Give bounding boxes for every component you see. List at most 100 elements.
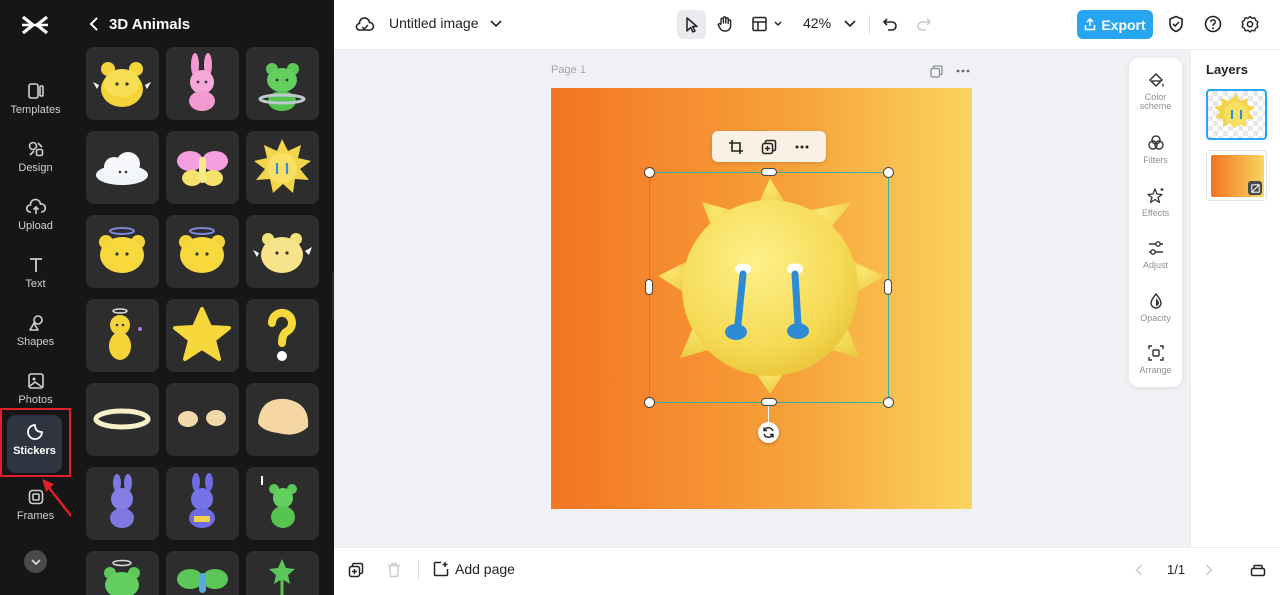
page-label: Page 1 — [551, 64, 586, 76]
rail-text[interactable]: Text — [0, 248, 71, 302]
sticker-two-eggs[interactable] — [166, 383, 239, 456]
rail-label: Design — [18, 162, 53, 174]
resize-handle-left[interactable] — [645, 279, 653, 295]
resize-handle-top-left[interactable] — [644, 167, 655, 178]
sticker-angel-yellow-bear-2[interactable] — [166, 215, 239, 288]
sticker-angel-bear-standing[interactable] — [86, 299, 159, 372]
selection-box — [649, 172, 889, 403]
document-title[interactable]: Untitled image — [389, 15, 479, 31]
tool-color-scheme[interactable]: Color scheme — [1129, 70, 1182, 111]
rail-upload[interactable]: Upload — [0, 190, 71, 244]
rail-shapes[interactable]: Shapes — [0, 306, 71, 360]
hand-icon — [717, 16, 732, 32]
capcut-logo[interactable] — [20, 12, 50, 38]
prev-page-button[interactable] — [1132, 562, 1146, 578]
sticker-white-cloud[interactable] — [86, 131, 159, 204]
cloud-save-icon[interactable] — [354, 14, 376, 36]
settings-button[interactable] — [1239, 13, 1261, 35]
duplicate-button[interactable] — [759, 137, 779, 157]
sticker-question-mark[interactable] — [246, 299, 319, 372]
opacity-icon — [1147, 291, 1165, 311]
back-arrow-icon[interactable] — [89, 17, 99, 31]
more-icon — [795, 145, 809, 148]
select-tool-button[interactable] — [677, 10, 706, 39]
zoom-chevron-down-icon[interactable] — [843, 17, 857, 31]
sticker-yellow-bear[interactable] — [86, 47, 159, 120]
tool-effects[interactable]: Effects — [1129, 186, 1182, 218]
crop-button[interactable] — [726, 137, 746, 157]
export-button[interactable]: Export — [1077, 10, 1153, 39]
tool-filters[interactable]: Filters — [1129, 133, 1182, 165]
layout-menu-button[interactable] — [750, 12, 786, 36]
sticker-seashell[interactable] — [246, 383, 319, 456]
redo-button[interactable] — [913, 13, 935, 35]
resize-handle-bottom-right[interactable] — [883, 397, 894, 408]
help-icon — [1204, 15, 1222, 33]
add-page-icon — [433, 561, 449, 577]
sticker-halo-ring[interactable] — [86, 383, 159, 456]
duplicate-page-icon[interactable] — [928, 63, 944, 79]
shield-icon — [1169, 15, 1183, 33]
stickers-highlight-box — [0, 408, 71, 477]
tool-label: Arrange — [1139, 365, 1172, 375]
resize-handle-bottom-left[interactable] — [644, 397, 655, 408]
rail-label: Templates — [10, 104, 61, 116]
sticker-green-frog[interactable] — [246, 47, 319, 120]
text-icon — [27, 254, 45, 276]
layers-title: Layers — [1206, 62, 1248, 77]
chevron-down-icon[interactable] — [489, 17, 503, 31]
next-page-button[interactable] — [1202, 562, 1216, 578]
duplicate-page-button[interactable] — [346, 560, 366, 580]
duplicate-icon — [348, 562, 364, 578]
sticker-green-star-wand[interactable] — [246, 551, 319, 595]
duplicate-icon — [761, 139, 777, 154]
tool-opacity[interactable]: Opacity — [1129, 291, 1182, 323]
page-more-icon[interactable] — [954, 63, 972, 79]
element-floating-toolbar — [712, 131, 826, 162]
undo-button[interactable] — [879, 13, 901, 35]
hand-tool-button[interactable] — [713, 12, 737, 36]
tool-adjust[interactable]: Adjust — [1129, 238, 1182, 270]
export-icon — [1085, 18, 1096, 31]
shield-button[interactable] — [1165, 13, 1187, 35]
sticker-purple-bunny[interactable] — [86, 467, 159, 540]
sticker-green-butterfly[interactable] — [166, 551, 239, 595]
layer-gradient-background[interactable] — [1206, 150, 1267, 201]
sticker-yellow-star[interactable] — [166, 299, 239, 372]
sticker-green-bear-angel[interactable] — [86, 551, 159, 595]
rail-label: Photos — [18, 394, 53, 406]
resize-handle-right[interactable] — [884, 279, 892, 295]
sticker-purple-bunny-2[interactable] — [166, 467, 239, 540]
rail-design[interactable]: Design — [0, 132, 71, 186]
rail-templates[interactable]: Templates — [0, 74, 71, 128]
page-count: 1/1 — [1167, 562, 1186, 577]
rail-more-button[interactable] — [24, 550, 47, 573]
sticker-angel-yellow-bear[interactable] — [86, 215, 159, 288]
rail-label: Upload — [18, 220, 53, 232]
undo-icon — [882, 18, 897, 31]
resize-handle-top[interactable] — [761, 168, 777, 176]
resize-handle-top-right[interactable] — [883, 167, 894, 178]
tool-arrange[interactable]: Arrange — [1129, 343, 1182, 375]
tool-label: Color scheme — [1139, 92, 1172, 111]
tool-label: Effects — [1141, 208, 1170, 218]
sticker-yellow-bear-waving[interactable] — [246, 215, 319, 288]
gear-icon — [1241, 15, 1259, 33]
toolbar-divider — [869, 15, 870, 34]
sticker-green-bear[interactable] — [246, 467, 319, 540]
sticker-yellow-sun-crying[interactable] — [246, 131, 319, 204]
rotate-handle[interactable] — [758, 422, 779, 443]
delete-page-button[interactable] — [384, 560, 404, 580]
help-button[interactable] — [1202, 13, 1224, 35]
resize-handle-bottom[interactable] — [761, 398, 777, 406]
add-page-button[interactable]: Add page — [433, 561, 515, 577]
page-panel-toggle[interactable] — [1248, 560, 1268, 580]
filters-icon — [1147, 133, 1165, 153]
zoom-level[interactable]: 42% — [803, 15, 831, 31]
layer-sun-sticker[interactable] — [1206, 89, 1267, 140]
tool-label: Adjust — [1142, 260, 1168, 270]
more-options-button[interactable] — [792, 137, 812, 157]
adjust-icon — [1147, 238, 1165, 258]
sticker-pink-bunny[interactable] — [166, 47, 239, 120]
sticker-pink-butterfly[interactable] — [166, 131, 239, 204]
